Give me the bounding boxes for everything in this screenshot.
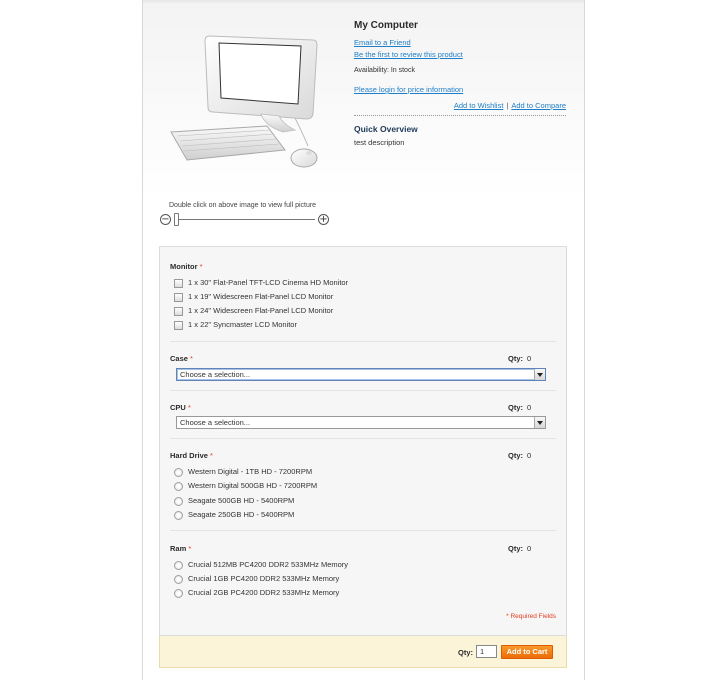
dropdown-arrow-icon[interactable] bbox=[534, 417, 545, 428]
qty-value: 0 bbox=[527, 451, 532, 460]
ram-label: Ram * bbox=[170, 544, 191, 553]
option-label: Crucial 512MB PC4200 DDR2 533MHz Memory bbox=[188, 560, 349, 569]
zoom-in-icon[interactable]: + bbox=[318, 214, 329, 225]
add-to-cart-button[interactable]: Add to Cart bbox=[501, 645, 553, 659]
qty-label: Qty: bbox=[508, 451, 523, 460]
divider bbox=[170, 341, 556, 342]
required-marker: * bbox=[199, 262, 203, 271]
required-fields-note: * Required Fields bbox=[506, 613, 556, 620]
hard-drive-option[interactable]: Seagate 250GB HD - 5400RPM bbox=[174, 509, 294, 521]
qty-value: 0 bbox=[527, 544, 532, 553]
hard-drive-qty: Qty: 0 bbox=[508, 451, 531, 460]
cart-qty-input[interactable]: 1 bbox=[476, 645, 497, 658]
radio-button[interactable] bbox=[174, 560, 183, 570]
email-friend-link[interactable]: Email to a Friend bbox=[354, 37, 566, 49]
case-select-value: Choose a selection... bbox=[180, 370, 251, 379]
zoom-control: − + bbox=[160, 213, 332, 227]
monitor-option[interactable]: 1 x 24" Widescreen Flat-Panel LCD Monito… bbox=[174, 305, 333, 317]
option-label: 1 x 19" Widescreen Flat-Panel LCD Monito… bbox=[188, 292, 334, 301]
ram-label-text: Ram bbox=[170, 544, 187, 553]
case-label: Case * bbox=[170, 354, 193, 363]
cpu-select-value: Choose a selection... bbox=[180, 418, 251, 427]
separator: | bbox=[506, 101, 509, 110]
checkbox[interactable] bbox=[174, 306, 183, 316]
qty-value: 0 bbox=[527, 354, 532, 363]
hard-drive-label-text: Hard Drive bbox=[170, 451, 208, 460]
monitor-label-text: Monitor bbox=[170, 262, 198, 271]
image-caption: Double click on above image to view full… bbox=[169, 202, 317, 209]
option-label: Seagate 500GB HD - 5400RPM bbox=[188, 496, 295, 505]
monitor-label: Monitor * bbox=[170, 262, 203, 271]
monitor-option[interactable]: 1 x 22" Syncmaster LCD Monitor bbox=[174, 319, 297, 331]
qty-label: Qty: bbox=[508, 544, 523, 553]
radio-button[interactable] bbox=[174, 496, 183, 506]
option-label: 1 x 30" Flat-Panel TFT-LCD Cinema HD Mon… bbox=[188, 278, 349, 287]
availability-status: Availability: In stock bbox=[354, 67, 415, 74]
hard-drive-option[interactable]: Western Digital 500GB HD - 7200RPM bbox=[174, 480, 317, 492]
product-page: Double click on above image to view full… bbox=[142, 0, 585, 680]
radio-button[interactable] bbox=[174, 574, 183, 584]
radio-button[interactable] bbox=[174, 467, 183, 477]
review-link[interactable]: Be the first to review this product bbox=[354, 49, 566, 61]
zoom-slider-handle[interactable] bbox=[174, 213, 179, 226]
product-options: Monitor * 1 x 30" Flat-Panel TFT-LCD Cin… bbox=[159, 246, 567, 636]
cpu-select[interactable]: Choose a selection... bbox=[176, 416, 546, 429]
add-to-cart-bar: Qty: 1 Add to Cart bbox=[159, 636, 567, 668]
radio-button[interactable] bbox=[174, 588, 183, 598]
option-label: 1 x 24" Widescreen Flat-Panel LCD Monito… bbox=[188, 306, 334, 315]
case-select[interactable]: Choose a selection... bbox=[176, 368, 546, 381]
quick-overview-description: test description bbox=[354, 138, 405, 147]
hard-drive-option[interactable]: Seagate 500GB HD - 5400RPM bbox=[174, 495, 294, 507]
option-label: Western Digital 500GB HD - 7200RPM bbox=[188, 481, 318, 490]
checkbox[interactable] bbox=[174, 292, 183, 302]
product-info: My Computer Email to a Friend Be the fir… bbox=[354, 20, 566, 147]
required-marker: * bbox=[188, 544, 192, 553]
qty-value: 0 bbox=[527, 403, 532, 412]
option-label: Crucial 1GB PC4200 DDR2 533MHz Memory bbox=[188, 574, 340, 583]
add-to-compare-link[interactable]: Add to Compare bbox=[511, 101, 566, 110]
dropdown-arrow-icon[interactable] bbox=[534, 369, 545, 380]
option-label: Seagate 250GB HD - 5400RPM bbox=[188, 510, 295, 519]
ram-option[interactable]: Crucial 2GB PC4200 DDR2 533MHz Memory bbox=[174, 587, 339, 599]
monitor-option[interactable]: 1 x 30" Flat-Panel TFT-LCD Cinema HD Mon… bbox=[174, 277, 348, 289]
hard-drive-option[interactable]: Western Digital - 1TB HD - 7200RPM bbox=[174, 466, 312, 478]
qty-label: Qty: bbox=[508, 354, 523, 363]
case-qty: Qty: 0 bbox=[508, 354, 531, 363]
case-label-text: Case bbox=[170, 354, 188, 363]
computer-image[interactable] bbox=[163, 34, 323, 179]
login-price-link[interactable]: Please login for price information bbox=[354, 84, 566, 96]
divider bbox=[354, 115, 566, 116]
ram-option[interactable]: Crucial 512MB PC4200 DDR2 533MHz Memory bbox=[174, 559, 348, 571]
ram-option[interactable]: Crucial 1GB PC4200 DDR2 533MHz Memory bbox=[174, 573, 339, 585]
product-title: My Computer bbox=[354, 20, 418, 31]
option-label: 1 x 22" Syncmaster LCD Monitor bbox=[188, 320, 297, 329]
option-label: Western Digital - 1TB HD - 7200RPM bbox=[188, 467, 313, 476]
required-marker: * bbox=[210, 451, 213, 460]
required-marker: * bbox=[187, 403, 191, 412]
cpu-label: CPU * bbox=[170, 403, 191, 412]
ram-qty: Qty: 0 bbox=[508, 544, 531, 553]
cart-qty-label: Qty: bbox=[458, 648, 473, 657]
zoom-out-icon[interactable]: − bbox=[160, 214, 171, 225]
checkbox[interactable] bbox=[174, 320, 183, 330]
quick-overview-title: Quick Overview bbox=[354, 124, 418, 134]
zoom-slider-track[interactable] bbox=[174, 213, 315, 226]
monitor-option[interactable]: 1 x 19" Widescreen Flat-Panel LCD Monito… bbox=[174, 291, 333, 303]
divider bbox=[170, 530, 556, 531]
hard-drive-label: Hard Drive * bbox=[170, 451, 213, 460]
divider bbox=[170, 390, 556, 391]
top-border bbox=[143, 0, 584, 5]
radio-button[interactable] bbox=[174, 481, 183, 491]
divider bbox=[170, 438, 556, 439]
checkbox[interactable] bbox=[174, 278, 183, 288]
product-actions: Add to Wishlist | Add to Compare bbox=[354, 100, 566, 112]
cpu-qty: Qty: 0 bbox=[508, 403, 531, 412]
add-to-wishlist-link[interactable]: Add to Wishlist bbox=[454, 101, 504, 110]
cpu-label-text: CPU bbox=[170, 403, 186, 412]
radio-button[interactable] bbox=[174, 510, 183, 520]
option-label: Crucial 2GB PC4200 DDR2 533MHz Memory bbox=[188, 588, 340, 597]
qty-label: Qty: bbox=[508, 403, 523, 412]
required-marker: * bbox=[190, 354, 193, 363]
